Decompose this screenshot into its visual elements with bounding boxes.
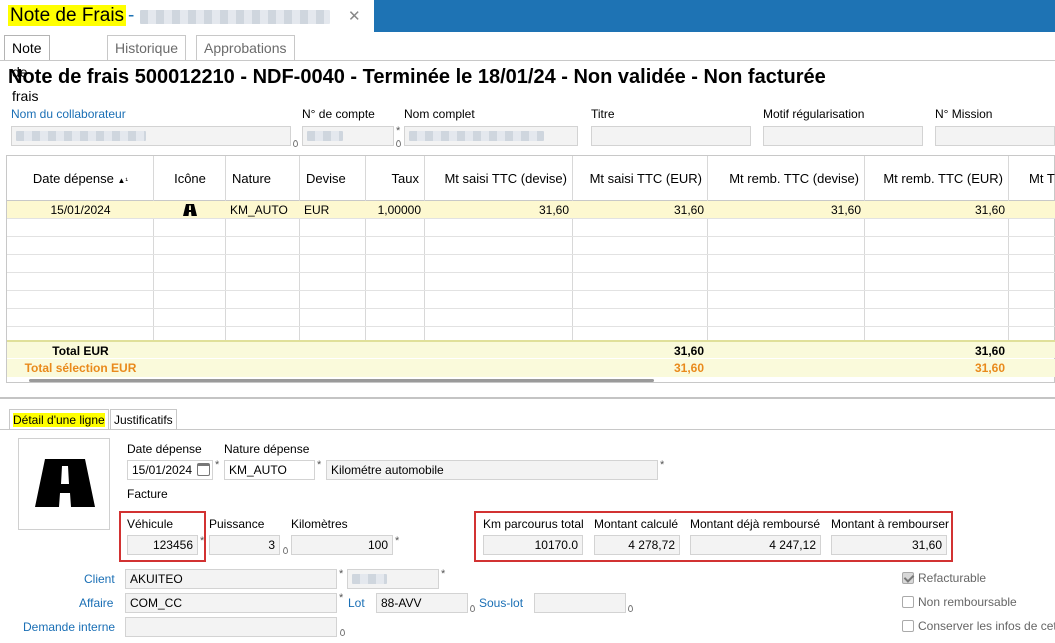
splitter[interactable] — [0, 397, 1055, 399]
empty-row[interactable] — [7, 327, 1055, 340]
titre-field[interactable] — [591, 126, 751, 146]
total-row: Total EUR 31,60 31,60 — [7, 340, 1055, 358]
col-nature[interactable]: Nature — [226, 156, 300, 201]
pin-icon — [396, 140, 401, 147]
affaire-field[interactable]: COM_CC — [125, 593, 337, 613]
km-total-label: Km parcourus total — [483, 517, 584, 531]
conserver-infos-label: Conserver les infos de cett — [918, 619, 1055, 633]
facture-label: Facture — [127, 487, 168, 501]
pin-icon — [283, 547, 288, 554]
tab-historique[interactable]: Historique — [107, 35, 187, 61]
detail-tab-divider — [0, 429, 1055, 430]
lot-label[interactable]: Lot — [348, 596, 365, 610]
tab-justificatifs[interactable]: Justificatifs — [110, 409, 177, 430]
refacturable-label: Refacturable — [918, 571, 987, 585]
empty-row[interactable] — [7, 255, 1055, 273]
non-remboursable-label: Non remboursable — [918, 595, 1017, 609]
col-mt-t[interactable]: Mt T — [1009, 156, 1055, 201]
mission-label: N° Mission — [935, 107, 993, 121]
compte-field[interactable] — [302, 126, 394, 146]
sort-icon: ▲¹ — [117, 176, 129, 185]
motif-label: Motif régularisation — [763, 107, 865, 121]
date-depense-label: Date dépense — [127, 442, 202, 456]
empty-row[interactable] — [7, 309, 1055, 327]
montant-a-field: 31,60 — [831, 535, 947, 555]
client-label[interactable]: Client — [84, 572, 115, 586]
empty-row[interactable] — [7, 291, 1055, 309]
page-title: Note de frais 500012210 - NDF-0040 - Ter… — [8, 66, 826, 88]
refacturable-checkbox[interactable] — [902, 572, 914, 584]
lot-field[interactable]: 88-AVV — [376, 593, 468, 613]
app-name: Note de Frais — [8, 5, 127, 26]
conserver-infos-checkbox[interactable] — [902, 620, 914, 632]
puissance-label: Puissance — [209, 517, 265, 531]
motif-field[interactable] — [763, 126, 923, 146]
montant-deja-field: 4 247,12 — [690, 535, 821, 555]
montant-calcule-field: 4 278,72 — [594, 535, 680, 555]
pin-icon — [293, 140, 298, 147]
tab-divider — [0, 60, 1055, 61]
nom-complet-field[interactable] — [404, 126, 578, 146]
car-icon — [154, 201, 226, 219]
vehicule-label: Véhicule — [127, 517, 174, 531]
client-field[interactable]: AKUITEO — [125, 569, 337, 589]
redacted-title — [140, 10, 330, 24]
app-title: Note de Frais - — [8, 5, 135, 26]
empty-row[interactable] — [7, 219, 1055, 237]
close-icon[interactable]: ✕ — [348, 7, 361, 25]
nature-code-field[interactable]: KM_AUTO — [224, 460, 315, 480]
col-date-depense[interactable]: Date dépense ▲¹ — [7, 156, 154, 201]
montant-a-label: Montant à rembourser — [831, 517, 950, 531]
souslot-label[interactable]: Sous-lot — [479, 596, 523, 610]
empty-row[interactable] — [7, 273, 1055, 291]
tab-approbations[interactable]: Approbations — [196, 35, 295, 61]
nature-depense-label: Nature dépense — [224, 442, 310, 456]
kilometres-field[interactable]: 100 — [291, 535, 393, 555]
tab-detail-ligne[interactable]: Détail d'une ligne — [9, 409, 109, 430]
non-remboursable-checkbox[interactable] — [902, 596, 914, 608]
pin-icon — [340, 629, 345, 636]
col-mt-remb-eur[interactable]: Mt remb. TTC (EUR) — [865, 156, 1009, 201]
pin-icon — [470, 605, 475, 612]
collaborateur-field[interactable] — [11, 126, 291, 146]
nom-complet-label: Nom complet — [404, 107, 475, 121]
nature-icon-box[interactable] — [18, 438, 110, 530]
puissance-field[interactable]: 3 — [209, 535, 280, 555]
km-total-field: 10170.0 — [483, 535, 583, 555]
col-icone[interactable]: Icône — [154, 156, 226, 201]
client-name-field[interactable] — [347, 569, 439, 589]
horizontal-scrollbar[interactable] — [29, 379, 654, 382]
col-taux[interactable]: Taux — [366, 156, 425, 201]
title-bar: Note de Frais - ✕ — [0, 0, 1055, 32]
montant-calcule-label: Montant calculé — [594, 517, 679, 531]
col-devise[interactable]: Devise — [300, 156, 366, 201]
montant-deja-label: Montant déjà remboursé — [690, 517, 821, 531]
total-selection-row: Total sélection EUR 31,60 31,60 — [7, 359, 1055, 377]
kilometres-label: Kilomètres — [291, 517, 348, 531]
demande-interne-label[interactable]: Demande interne — [23, 620, 115, 634]
col-mt-saisi-eur[interactable]: Mt saisi TTC (EUR) — [573, 156, 708, 201]
window-tab[interactable]: Note de Frais - ✕ — [0, 0, 374, 32]
souslot-field[interactable] — [534, 593, 626, 613]
col-mt-saisi-devise[interactable]: Mt saisi TTC (devise) — [425, 156, 573, 201]
table-row[interactable]: 15/01/2024 KM_AUTO EUR 1,00000 31,60 31,… — [7, 201, 1055, 219]
tab-note-de-frais[interactable]: Note de frais — [4, 35, 50, 104]
demande-interne-field[interactable] — [125, 617, 337, 637]
grid-header: Date dépense ▲¹ Icône Nature Devise Taux… — [7, 156, 1055, 201]
nature-desc-field[interactable]: Kilométre automobile — [326, 460, 658, 480]
vehicule-field[interactable]: 123456 — [127, 535, 198, 555]
affaire-label[interactable]: Affaire — [79, 596, 113, 610]
expense-grid: Date dépense ▲¹ Icône Nature Devise Taux… — [6, 155, 1055, 383]
collaborateur-label[interactable]: Nom du collaborateur — [11, 107, 126, 121]
calendar-icon[interactable] — [197, 463, 210, 476]
pin-icon — [628, 605, 633, 612]
car-icon — [35, 459, 95, 507]
col-mt-remb-devise[interactable]: Mt remb. TTC (devise) — [708, 156, 865, 201]
titre-label: Titre — [591, 107, 615, 121]
mission-field[interactable] — [935, 126, 1055, 146]
empty-row[interactable] — [7, 237, 1055, 255]
compte-label: N° de compte — [302, 107, 375, 121]
